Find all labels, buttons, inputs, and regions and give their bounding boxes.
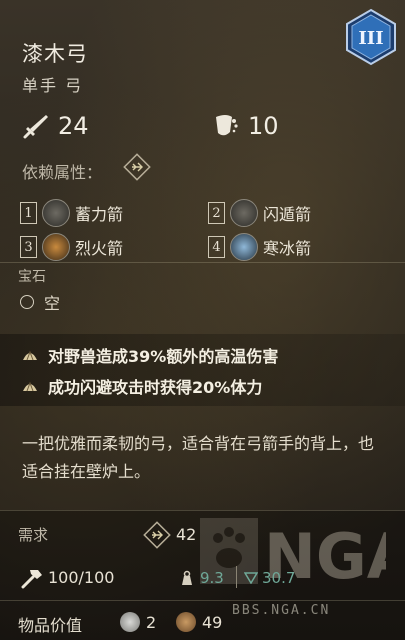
dexterity-icon bbox=[123, 153, 151, 181]
effect-1: 对野兽造成39%额外的高温伤害 bbox=[22, 343, 278, 367]
effect-suffix: 体力 bbox=[230, 378, 263, 397]
charged-arrow-icon bbox=[42, 199, 70, 227]
skill-number: 1 bbox=[20, 202, 37, 224]
skill-1[interactable]: 1 蓄力箭 bbox=[20, 199, 123, 227]
down-arrow-icon bbox=[244, 572, 258, 584]
skill-number: 3 bbox=[20, 236, 37, 258]
divider bbox=[0, 262, 405, 263]
damage-stat: 24 bbox=[22, 112, 89, 140]
dexterity-icon bbox=[143, 521, 171, 549]
shield-shatter-icon bbox=[216, 115, 238, 136]
effect-prefix: 对野兽造成 bbox=[48, 347, 129, 366]
fire-arrow-icon bbox=[42, 233, 70, 261]
divider bbox=[0, 600, 405, 601]
ice-arrow-icon bbox=[230, 233, 258, 261]
skill-2[interactable]: 2 闪遁箭 bbox=[208, 199, 311, 227]
copper-coin-icon bbox=[176, 612, 196, 632]
effect-bullet-icon bbox=[23, 350, 37, 361]
gem-slot[interactable]: 空 bbox=[20, 290, 60, 314]
skill-name: 寒冰箭 bbox=[263, 239, 312, 258]
skill-name: 烈火箭 bbox=[75, 239, 124, 258]
effect-2: 成功闪避攻击时获得20%体力 bbox=[22, 374, 262, 398]
price-silver: 2 bbox=[146, 613, 157, 632]
dodge-arrow-icon bbox=[230, 199, 258, 227]
silver-coin-icon bbox=[120, 612, 140, 632]
effect-bullet-icon bbox=[23, 381, 37, 392]
sword-icon bbox=[23, 115, 48, 139]
effect-value: 39% bbox=[128, 347, 167, 366]
defense-value: 10 bbox=[248, 112, 279, 140]
effect-value: 20% bbox=[192, 378, 231, 397]
gem-slot-value: 空 bbox=[44, 294, 61, 313]
item-tooltip: III 漆木弓 单手 弓 24 10 依赖属性： 1 蓄力箭 2 闪遁箭 3 烈… bbox=[0, 0, 405, 640]
item-name: 漆木弓 bbox=[22, 42, 88, 66]
skill-name: 闪遁箭 bbox=[263, 205, 312, 224]
skill-number: 4 bbox=[208, 236, 225, 258]
durability-value: 100/100 bbox=[48, 568, 115, 587]
defense-stat: 10 bbox=[212, 112, 279, 140]
skill-number: 2 bbox=[208, 202, 225, 224]
item-description: 一把优雅而柔韧的弓，适合背在弓箭手的背上，也适合挂在壁炉上。 bbox=[22, 434, 375, 481]
dependency-label: 依赖属性： bbox=[22, 163, 103, 182]
requirement-label: 需求 bbox=[18, 526, 49, 544]
weight-icon bbox=[182, 570, 192, 585]
skill-name: 蓄力箭 bbox=[75, 205, 124, 224]
requirement-value: 42 bbox=[176, 525, 197, 544]
price-copper: 49 bbox=[202, 613, 223, 632]
price-label: 物品价值 bbox=[18, 616, 83, 635]
item-type: 单手 弓 bbox=[22, 76, 84, 95]
effect-prefix: 成功闪避攻击时获得 bbox=[48, 378, 193, 397]
tier-label: III bbox=[358, 28, 383, 49]
skill-4[interactable]: 4 寒冰箭 bbox=[208, 233, 311, 261]
empty-slot-icon bbox=[20, 295, 34, 309]
skill-3[interactable]: 3 烈火箭 bbox=[20, 233, 123, 261]
tier-badge: III bbox=[346, 8, 396, 66]
weight-value-b: 30.7 bbox=[262, 569, 296, 587]
divider bbox=[236, 566, 237, 588]
effect-suffix: 额外的高温伤害 bbox=[166, 347, 279, 366]
hammer-icon bbox=[21, 570, 42, 589]
divider bbox=[0, 510, 405, 511]
damage-value: 24 bbox=[58, 112, 89, 140]
gem-label: 宝石 bbox=[18, 269, 46, 285]
weight-value-a: 9.3 bbox=[200, 569, 224, 587]
watermark-url: BBS.NGA.CN bbox=[232, 603, 331, 618]
